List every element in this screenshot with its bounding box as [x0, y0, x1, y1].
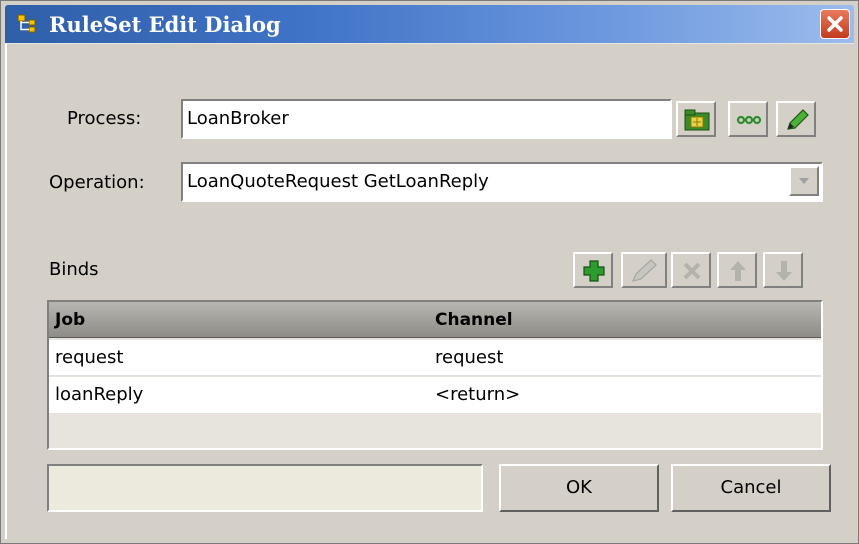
cell-channel: request — [435, 347, 504, 368]
title-bar[interactable]: RuleSet Edit Dialog — [5, 5, 854, 43]
status-area — [47, 464, 483, 512]
ruleset-edit-dialog: RuleSet Edit Dialog Process: LoanBroker — [0, 0, 859, 544]
edit-process-button[interactable] — [776, 101, 816, 137]
operation-value: LoanQuoteRequest GetLoanReply — [187, 171, 489, 192]
cancel-button[interactable]: Cancel — [671, 464, 831, 512]
column-header-job[interactable]: Job — [55, 310, 85, 330]
table-header: Job Channel — [49, 302, 821, 338]
browse-process-button[interactable] — [676, 101, 716, 137]
more-options-button[interactable] — [728, 101, 768, 137]
close-button[interactable] — [820, 9, 850, 39]
table-row[interactable]: loanReply <return> — [49, 377, 821, 413]
operation-label: Operation: — [49, 172, 145, 193]
column-header-channel[interactable]: Channel — [435, 310, 513, 330]
move-down-button[interactable] — [763, 252, 803, 288]
edit-bind-button[interactable] — [621, 252, 667, 288]
close-icon — [827, 16, 843, 32]
delete-bind-button[interactable] — [671, 252, 711, 288]
dialog-title: RuleSet Edit Dialog — [49, 12, 281, 37]
ellipsis-icon — [736, 115, 762, 125]
ruleset-tree-icon — [17, 14, 36, 33]
chevron-down-icon — [799, 178, 809, 184]
edit-pencil-icon — [787, 109, 809, 130]
delete-icon — [683, 262, 701, 280]
cell-job: loanReply — [55, 384, 144, 405]
binds-table: Job Channel request request loanReply <r… — [47, 300, 823, 450]
add-bind-button[interactable] — [573, 252, 613, 288]
add-icon — [583, 260, 605, 282]
binds-label: Binds — [49, 259, 99, 280]
move-up-icon — [730, 261, 746, 281]
table-row[interactable]: request request — [49, 340, 821, 376]
operation-select[interactable]: LoanQuoteRequest GetLoanReply — [181, 162, 823, 202]
process-field[interactable]: LoanBroker — [181, 99, 672, 139]
process-label: Process: — [67, 108, 142, 129]
cell-channel: <return> — [435, 384, 521, 405]
ok-button[interactable]: OK — [499, 464, 659, 512]
operation-dropdown-button[interactable] — [789, 166, 819, 196]
edit-icon — [631, 259, 657, 282]
move-down-icon — [776, 261, 792, 281]
cell-job: request — [55, 347, 124, 368]
browse-folder-icon — [684, 109, 710, 131]
move-up-button[interactable] — [717, 252, 757, 288]
